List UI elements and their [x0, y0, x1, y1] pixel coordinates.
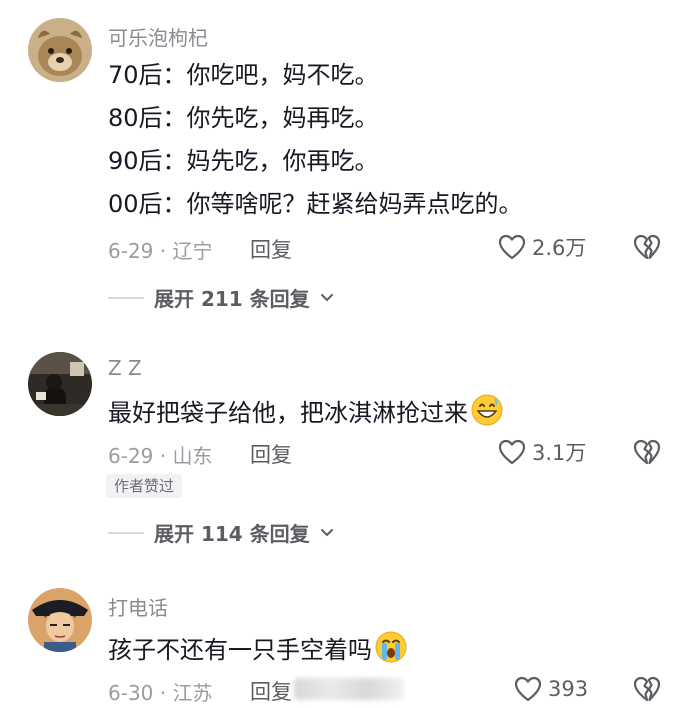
heart-outline-icon [498, 234, 526, 260]
avatar[interactable] [28, 18, 92, 82]
comment-date-location: 6-30 · 江苏 [108, 681, 213, 705]
author-liked-badge: 作者赞过 [106, 474, 183, 498]
chevron-down-icon [320, 293, 333, 301]
dislike-button[interactable] [632, 674, 662, 704]
reply-button[interactable]: 回复 [250, 234, 292, 264]
anime-character-avatar-icon [28, 588, 92, 652]
broken-heart-icon [633, 234, 661, 260]
like-count: 2.6万 [532, 236, 587, 260]
reply-button[interactable]: 回复 [250, 439, 292, 469]
dog-photo-avatar-icon [28, 18, 92, 82]
username[interactable]: 打电话 [108, 592, 168, 621]
comment-text-content: 最好把袋子给他，把冰淇淋抢过来 [108, 399, 468, 427]
reply-button[interactable]: 回复 [250, 676, 292, 706]
like-button[interactable]: 393 [514, 674, 588, 704]
grinning-sweat-emoji-icon [470, 393, 504, 434]
crying-face-emoji-icon [374, 630, 408, 671]
like-button[interactable]: 3.1万 [498, 437, 586, 467]
chevron-down-icon [320, 528, 333, 536]
expand-replies-button[interactable]: 展开 114 条回复 [108, 518, 334, 547]
comment-text: 最好把袋子给他，把冰淇淋抢过来 [108, 393, 504, 434]
like-count: 393 [548, 677, 589, 701]
like-count: 3.1万 [532, 441, 587, 465]
expand-replies-button[interactable]: 展开 211 条回复 [108, 283, 334, 312]
username[interactable]: 可乐泡枸杞 [108, 22, 208, 51]
blurred-watermark [294, 678, 404, 700]
expand-replies-label: 展开 114 条回复 [154, 522, 310, 546]
comment-text-line: 80后：你先吃，妈再吃。 [108, 104, 379, 132]
comment-text: 孩子不还有一只手空着吗 [108, 630, 408, 671]
avatar[interactable] [28, 588, 92, 652]
like-button[interactable]: 2.6万 [498, 232, 586, 262]
heart-outline-icon [498, 439, 526, 465]
comment-date-location: 6-29 · 山东 [108, 444, 213, 468]
divider-line [108, 531, 144, 534]
comment-text-line: 90后：妈先吃，你再吃。 [108, 147, 379, 175]
broken-heart-icon [633, 439, 661, 465]
broken-heart-icon [633, 676, 661, 702]
comment-text-line: 00后：你等啥呢？赶紧给妈弄点吃的。 [108, 190, 523, 218]
dislike-button[interactable] [632, 437, 662, 467]
heart-outline-icon [514, 676, 542, 702]
expand-replies-label: 展开 211 条回复 [154, 287, 310, 311]
night-street-avatar-icon [28, 352, 92, 416]
divider-line [108, 296, 144, 299]
comment-text-content: 孩子不还有一只手空着吗 [108, 636, 372, 664]
avatar[interactable] [28, 352, 92, 416]
dislike-button[interactable] [632, 232, 662, 262]
comment-date-location: 6-29 · 辽宁 [108, 239, 213, 263]
comment-text-line: 70后：你吃吧，妈不吃。 [108, 61, 379, 89]
username[interactable]: Z Z [108, 356, 142, 380]
